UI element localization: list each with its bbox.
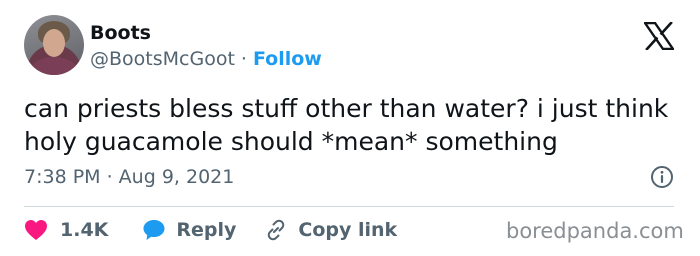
reply-label: Reply: [176, 219, 237, 241]
link-icon: [268, 219, 285, 241]
reply-button[interactable]: Reply: [142, 218, 236, 242]
copy-link-button[interactable]: Copy link: [264, 218, 397, 242]
watermark: boredpanda.com: [506, 219, 684, 243]
copy-link-label: Copy link: [298, 219, 398, 241]
heart-icon: [25, 220, 47, 240]
x-logo-icon[interactable]: [644, 22, 674, 50]
avatar-shirt: [30, 57, 78, 75]
author-handle[interactable]: @BootsMcGoot: [90, 48, 235, 70]
handle-row: @BootsMcGoot · Follow: [90, 48, 322, 70]
tweet-text: can priests bless stuff other than water…: [24, 94, 669, 156]
action-bar: 1.4K Reply Copy link: [24, 216, 397, 244]
like-count: 1.4K: [60, 219, 109, 241]
tweet-timestamp[interactable]: 7:38 PM · Aug 9, 2021: [24, 166, 234, 188]
separator-dot: ·: [240, 48, 247, 70]
like-button[interactable]: 1.4K: [24, 219, 108, 241]
divider: [24, 206, 674, 207]
author-name[interactable]: Boots: [90, 22, 151, 44]
avatar-face: [43, 29, 65, 57]
info-icon[interactable]: [650, 165, 674, 189]
follow-button[interactable]: Follow: [253, 48, 322, 70]
avatar[interactable]: [24, 15, 84, 75]
reply-bubble-icon: [143, 220, 165, 240]
